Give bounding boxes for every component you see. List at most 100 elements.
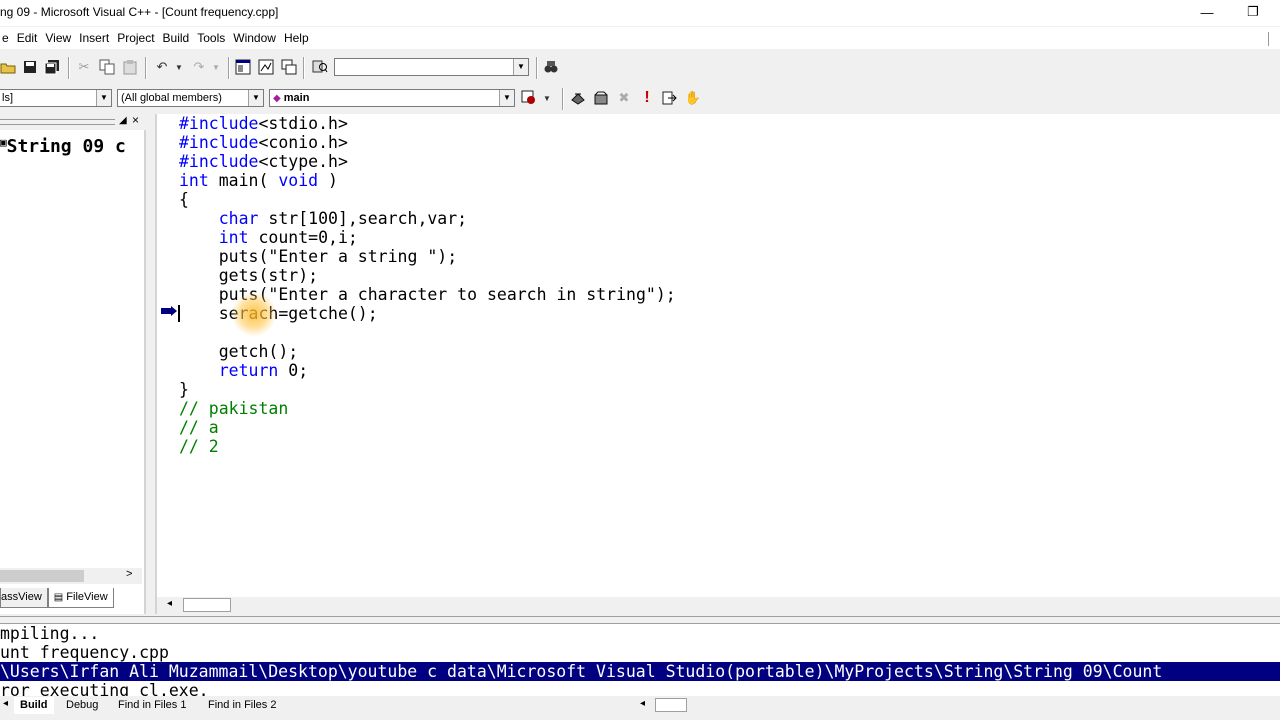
tab-build[interactable]: Build	[14, 697, 54, 714]
code-line[interactable]: #include<ctype.h>	[179, 152, 676, 171]
restore-button[interactable]: ❐	[1230, 0, 1276, 24]
menu-help[interactable]: Help	[280, 31, 313, 45]
dropdown-arrow-icon[interactable]: ▼	[248, 90, 263, 106]
code-line[interactable]: #include<conio.h>	[179, 133, 676, 152]
class-combo[interactable]: ls] ▼	[0, 89, 112, 107]
dropdown-arrow-icon: ▼	[212, 62, 220, 72]
output-line[interactable]: \Users\Irfan Ali Muzammail\Desktop\youtu…	[0, 662, 1280, 681]
editor-horizontal-scrollbar[interactable]: ◂	[155, 597, 1280, 614]
tab-classview[interactable]: assView	[0, 588, 48, 608]
output-pane[interactable]: mpiling... unt frequency.cpp \Users\Irfan …	[0, 624, 1280, 696]
code-keyword: void	[278, 171, 319, 190]
dropdown-arrow-icon[interactable]: ▼	[96, 90, 111, 106]
go-button[interactable]	[660, 88, 680, 108]
workspace-root-item[interactable]: String 09 c	[7, 136, 126, 157]
scroll-right-icon[interactable]: >	[126, 568, 132, 580]
menu-window[interactable]: Window	[229, 31, 280, 45]
menu-insert[interactable]: Insert	[75, 31, 113, 45]
code-line[interactable]: }	[179, 380, 676, 399]
redo-dropdown[interactable]: ▼	[206, 57, 226, 77]
find-combo[interactable]: ▼	[334, 58, 529, 76]
scroll-left-icon[interactable]: ◂	[640, 698, 645, 709]
code-line[interactable]: // pakistan	[179, 399, 676, 418]
code-line[interactable]: char str[100],search,var;	[179, 209, 676, 228]
members-combo[interactable]: (All global members) ▼	[117, 89, 264, 107]
dropdown-arrow-icon[interactable]: ▼	[499, 90, 514, 106]
code-line[interactable]: {	[179, 190, 676, 209]
code-line[interactable]: serach=getche();	[179, 304, 676, 323]
menu-tools[interactable]: Tools	[193, 31, 229, 45]
output-line[interactable]: unt frequency.cpp	[0, 643, 1280, 662]
code-line[interactable]: gets(str);	[179, 266, 676, 285]
workspace-button[interactable]	[233, 57, 253, 77]
editor-margin[interactable]	[157, 114, 175, 599]
code-line[interactable]	[179, 323, 676, 342]
find-in-files-button[interactable]	[310, 57, 330, 77]
scroll-left-icon[interactable]: ◂	[167, 598, 172, 609]
close-pane-icon[interactable]: ×	[132, 113, 139, 127]
build-button[interactable]	[591, 88, 611, 108]
window-list-button[interactable]	[279, 57, 299, 77]
binoculars-icon	[544, 61, 558, 73]
minimize-icon: —	[1200, 4, 1214, 20]
function-diamond-icon: ◆	[273, 93, 281, 104]
code-line[interactable]: // 2	[179, 437, 676, 456]
code-line[interactable]: return 0;	[179, 361, 676, 380]
breakpoint-button[interactable]: ✋	[683, 88, 703, 108]
tab-fileview[interactable]: ▤ FileView	[47, 588, 114, 608]
tab-find-in-files-1[interactable]: Find in Files 1	[112, 697, 192, 714]
dropdown-arrow-icon[interactable]: ▼	[513, 59, 528, 75]
tab-debug[interactable]: Debug	[60, 697, 104, 714]
menu-view[interactable]: View	[41, 31, 75, 45]
output-line[interactable]: ror executing cl.exe.	[0, 681, 1280, 696]
code-text[interactable]: #include<stdio.h> #include<conio.h> #inclu…	[179, 114, 676, 456]
output-horizontal-scrollbar[interactable]: ◂	[635, 697, 1280, 714]
compile-button[interactable]	[568, 88, 588, 108]
members-combo-value: (All global members)	[121, 92, 222, 104]
code-line[interactable]: #include<stdio.h>	[179, 114, 676, 133]
paste-button[interactable]	[120, 57, 140, 77]
code-token: <conio.h>	[258, 133, 348, 152]
search-button[interactable]	[541, 57, 561, 77]
workspace-horizontal-scrollbar[interactable]: >	[0, 568, 142, 584]
undo-dropdown[interactable]: ▼	[169, 57, 189, 77]
code-token: puts("Enter a string ");	[179, 247, 458, 266]
code-line[interactable]: int main( void )	[179, 171, 676, 190]
output-line[interactable]: mpiling...	[0, 624, 1280, 643]
minimize-button[interactable]: —	[1184, 0, 1230, 24]
stop-build-button[interactable]: ✖	[614, 88, 634, 108]
scrollbar-thumb[interactable]	[183, 598, 231, 612]
wizard-action-button[interactable]	[519, 88, 539, 108]
code-token: }	[179, 380, 189, 399]
function-combo[interactable]: ◆ main ▼	[269, 89, 515, 107]
save-button[interactable]	[20, 57, 40, 77]
code-line[interactable]: puts("Enter a string ");	[179, 247, 676, 266]
output-button[interactable]	[256, 57, 276, 77]
menu-build[interactable]: Build	[159, 31, 194, 45]
execute-button[interactable]: !	[637, 88, 657, 108]
menu-file[interactable]: e	[0, 31, 13, 45]
cut-button[interactable]: ✂	[74, 57, 94, 77]
menu-edit[interactable]: Edit	[13, 31, 42, 45]
open-button[interactable]	[0, 57, 18, 77]
code-keyword: int	[218, 228, 249, 247]
code-token: serach=getche();	[179, 304, 378, 323]
tab-find-in-files-2[interactable]: Find in Files 2	[202, 697, 282, 714]
wizard-action-dropdown[interactable]: ▼	[537, 88, 557, 108]
copy-button[interactable]	[97, 57, 117, 77]
code-line[interactable]: int count=0,i;	[179, 228, 676, 247]
docking-grip[interactable]	[0, 119, 115, 125]
menu-project[interactable]: Project	[113, 31, 158, 45]
scrollbar-thumb[interactable]	[655, 698, 687, 712]
code-editor[interactable]: #include<stdio.h> #include<conio.h> #inclu…	[155, 114, 1280, 599]
code-line[interactable]: // a	[179, 418, 676, 437]
tab-scroll-left-icon[interactable]: ◂	[3, 698, 8, 709]
pane-splitter[interactable]	[0, 616, 1280, 624]
save-all-button[interactable]	[42, 57, 62, 77]
maximize-pane-icon[interactable]: ◢	[119, 115, 127, 126]
scrollbar-thumb[interactable]	[0, 570, 84, 582]
code-line[interactable]: getch();	[179, 342, 676, 361]
code-line[interactable]: puts("Enter a character to search in str…	[179, 285, 676, 304]
